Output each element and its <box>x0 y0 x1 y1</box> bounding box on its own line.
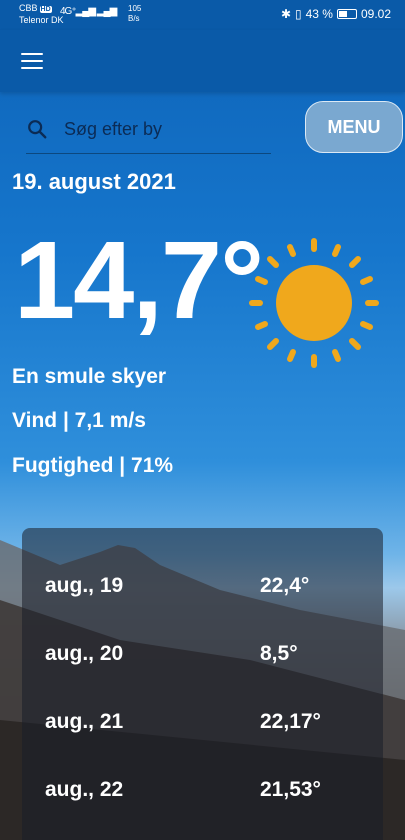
status-right: ✱ ▯ 43 % 09.02 <box>281 7 391 21</box>
forecast-temp: 8,5° <box>260 642 298 665</box>
vibrate-icon: ▯ <box>295 7 302 21</box>
clock: 09.02 <box>360 7 391 21</box>
forecast-date: aug., 21 <box>45 710 124 733</box>
bluetooth-icon: ✱ <box>280 7 291 21</box>
network-speed: 105 B/s <box>128 4 141 24</box>
carrier-bottom: Telenor DK <box>19 15 64 25</box>
carrier-info: CBB HD Telenor DK <box>19 3 64 26</box>
weather-description: En smule skyer <box>12 365 167 388</box>
forecast-row: aug., 22 21,53° <box>22 770 383 810</box>
search-bar <box>26 108 271 154</box>
carrier-top: CBB <box>19 3 38 13</box>
forecast-row: aug., 20 8,5° <box>22 634 383 674</box>
search-icon[interactable] <box>26 118 48 140</box>
speed-value: 105 <box>128 4 142 13</box>
hd-badge: HD <box>39 6 52 13</box>
forecast-temp: 22,4° <box>260 574 310 597</box>
forecast-date: aug., 19 <box>45 574 124 597</box>
battery-percent: 43 % <box>305 7 333 21</box>
status-bar: CBB HD Telenor DK 4G⁺▂▄▆ ▂▄▆ 105 B/s ✱ ▯ … <box>0 0 405 30</box>
battery-icon <box>336 9 357 19</box>
signal-icon: 4G⁺▂▄▆ ▂▄▆ <box>60 6 117 17</box>
wind-speed: Vind | 7,1 m/s <box>12 409 146 432</box>
forecast-row: aug., 21 22,17° <box>22 702 383 742</box>
hamburger-icon[interactable] <box>21 53 43 69</box>
forecast-temp: 22,17° <box>260 710 321 733</box>
menu-button[interactable]: MENU <box>305 101 403 153</box>
search-input[interactable] <box>64 114 264 144</box>
forecast-row: aug., 19 22,4° <box>22 566 383 606</box>
humidity: Fugtighed | 71% <box>12 454 174 477</box>
forecast-date: aug., 20 <box>45 642 124 665</box>
speed-unit: B/s <box>128 14 140 23</box>
current-date: 19. august 2021 <box>12 169 176 194</box>
app-bar <box>0 30 405 92</box>
sun-icon <box>249 238 379 368</box>
current-temperature: 14,7° <box>14 219 264 342</box>
forecast-card: aug., 19 22,4° aug., 20 8,5° aug., 21 22… <box>22 528 383 840</box>
forecast-temp: 21,53° <box>260 778 321 801</box>
forecast-date: aug., 22 <box>45 778 124 801</box>
